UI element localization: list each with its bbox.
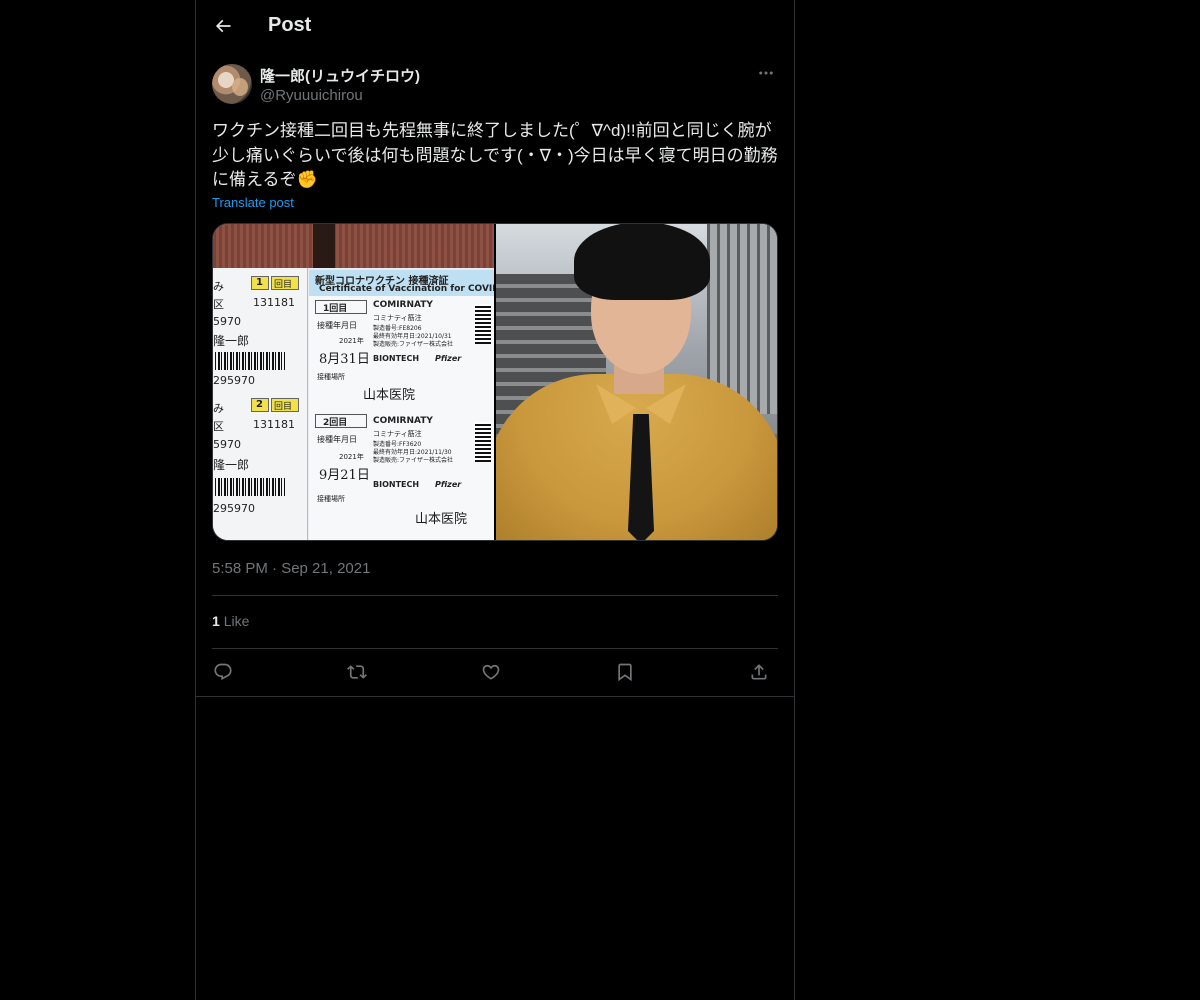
qr-code-1 — [475, 304, 491, 344]
more-options-button[interactable] — [754, 64, 778, 86]
dose2-place: 山本医院 — [415, 512, 468, 527]
ward-2: 区 — [213, 420, 224, 433]
num-2: 5970 — [213, 438, 241, 451]
dose1-place-label: 接種場所 — [317, 373, 345, 381]
dose1-year: 2021年 — [339, 337, 364, 345]
more-horizontal-icon — [757, 64, 775, 87]
dose1-vaccine: COMIRNATY — [373, 300, 433, 310]
arrow-left-icon — [213, 16, 233, 41]
code-2: 131181 — [253, 418, 295, 431]
hair — [574, 224, 710, 300]
barcode-1 — [215, 352, 285, 370]
divider-bottom — [212, 648, 778, 649]
dose2-vaccine-jp: コミナティ筋注 — [373, 430, 422, 438]
like-button[interactable] — [476, 660, 506, 688]
code-1: 131181 — [253, 296, 295, 309]
divider-top — [212, 595, 778, 596]
biontech-logo-2: BIONTECH — [373, 480, 420, 489]
dose2-seller: 製造販売:ファイザー株式会社 — [373, 457, 454, 464]
bookmark-icon — [615, 662, 635, 687]
certificate-title-en: Certificate of Vaccination for COVID — [319, 284, 494, 294]
certificate-card: 新型コロナワクチン 接種済証 Certificate of Vaccinatio… — [309, 270, 494, 540]
likes-label: Like — [223, 613, 250, 629]
dose2-place-label: 接種場所 — [317, 495, 345, 503]
reply-button[interactable] — [208, 660, 238, 688]
dose2-year: 2021年 — [339, 453, 364, 461]
name-2: 隆一郎 — [213, 458, 250, 472]
brick-wall — [213, 224, 494, 268]
qr-code-2 — [475, 422, 491, 462]
avatar[interactable] — [212, 64, 252, 104]
author-handle[interactable]: @Ryuuuichirou — [260, 87, 363, 104]
dose2-date: 9月21日 — [319, 468, 370, 483]
share-icon — [749, 662, 769, 687]
repost-icon — [347, 662, 367, 687]
post-bottom-border — [196, 696, 794, 697]
ward-1: 区 — [213, 298, 224, 311]
top-bar: Post — [196, 0, 794, 53]
translate-post-link[interactable]: Translate post — [212, 195, 294, 210]
dose2-badge-label: 回目 — [274, 402, 293, 412]
vaccination-certificate-image[interactable]: み 1 回目 区 131181 5970 隆一郎 295970 み 2 回目 区… — [213, 224, 494, 540]
likes-summary[interactable]: 1 Like — [212, 613, 249, 629]
strip-fragment-1: み — [213, 280, 224, 293]
post-detail-column: Post 隆一郎(リュウイチロウ) @Ryuuuichirou ワクチン接種二回… — [195, 0, 795, 1000]
page-title: Post — [268, 14, 312, 36]
dose2-vaccine: COMIRNATY — [373, 416, 433, 426]
post-timestamp[interactable]: 5:58 PM · Sep 21, 2021 — [212, 560, 370, 577]
certificate-left-strip: み 1 回目 区 131181 5970 隆一郎 295970 み 2 回目 区… — [213, 268, 308, 540]
name-1: 隆一郎 — [213, 334, 250, 348]
dose1-badge-number: 1 — [256, 277, 263, 288]
reply-icon — [213, 662, 233, 687]
num-1: 5970 — [213, 315, 241, 328]
dose2-label: 2回目 — [323, 418, 348, 428]
strip-fragment-2: み — [213, 402, 224, 415]
dose1-label: 1回目 — [323, 304, 348, 314]
barcode-num-2: 295970 — [213, 502, 255, 515]
barcode-2 — [215, 478, 285, 496]
pfizer-logo-2: Pfizer — [435, 480, 462, 489]
dose1-place: 山本医院 — [363, 388, 416, 403]
wall-gap — [313, 224, 335, 268]
dose1-date-label: 接種年月日 — [317, 321, 357, 330]
dose1-date: 8月31日 — [319, 352, 370, 367]
post-media: み 1 回目 区 131181 5970 隆一郎 295970 み 2 回目 区… — [212, 223, 778, 541]
dose2-date-label: 接種年月日 — [317, 435, 357, 444]
post-author: 隆一郎(リュウイチロウ) @Ryuuuichirou — [212, 64, 778, 108]
dose2-badge-number: 2 — [256, 399, 263, 410]
selfie-image[interactable] — [496, 224, 777, 540]
post-actions-bar — [212, 660, 778, 688]
dose1-seller: 製造販売:ファイザー株式会社 — [373, 341, 454, 348]
likes-count: 1 — [212, 613, 220, 629]
repost-button[interactable] — [342, 660, 372, 688]
dose1-vaccine-jp: コミナティ筋注 — [373, 314, 422, 322]
barcode-num-1: 295970 — [213, 374, 255, 387]
share-button[interactable] — [744, 660, 774, 688]
author-display-name[interactable]: 隆一郎(リュウイチロウ) — [260, 65, 420, 86]
post-text: ワクチン接種二回目も先程無事に終了しました(゜∇^d)!!前回と同じく腕が少し痛… — [212, 121, 778, 189]
biontech-logo-1: BIONTECH — [373, 354, 420, 363]
dose1-badge-label: 回目 — [274, 280, 293, 290]
heart-icon — [481, 662, 501, 687]
pfizer-logo-1: Pfizer — [435, 354, 462, 363]
bookmark-button[interactable] — [610, 660, 640, 688]
back-button[interactable] — [206, 11, 240, 45]
